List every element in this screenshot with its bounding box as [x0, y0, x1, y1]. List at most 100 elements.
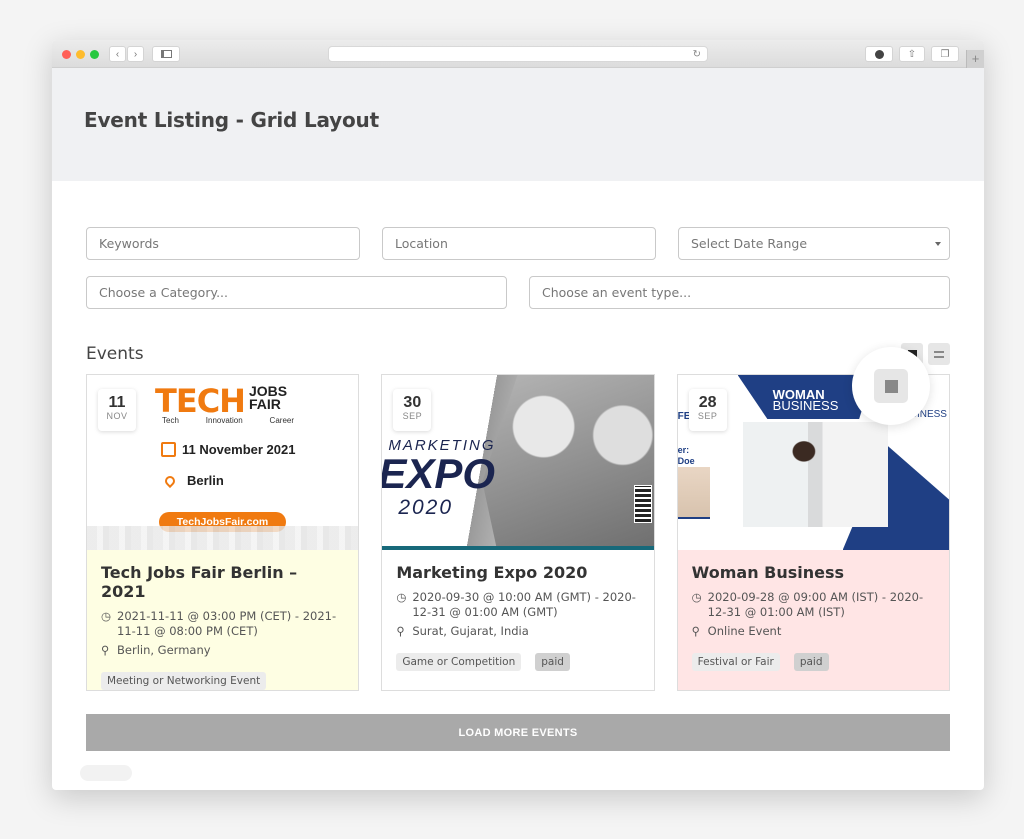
event-card[interactable]: WOMAN BUSINESS BUSINESS FE er: Doe 28 SEP W… [676, 374, 950, 691]
events-grid: 11 NOV TECH JOBS FAIR Tech Innovation Car… [86, 374, 950, 691]
banner-line-expo: EXPO [382, 450, 496, 497]
events-header: Events [86, 343, 950, 365]
browser-toolbar: ‹ › ↻ ⇧ ❐ + [52, 40, 984, 68]
filter-row-1: Keywords Location Select Date Range [86, 227, 950, 260]
banner-city: Berlin [187, 473, 224, 488]
qr-code [633, 485, 652, 523]
banner-photo [742, 422, 888, 527]
sub-tech: Tech [162, 416, 179, 425]
banner-accent-bar [382, 546, 654, 550]
banner-city-line: Berlin [162, 473, 224, 488]
event-time-text: 2020-09-28 @ 09:00 AM (IST) - 2020-12-31… [707, 590, 924, 619]
skyline-graphic [87, 526, 359, 550]
date-badge: 11 NOV [98, 389, 136, 431]
location-input[interactable]: Location [382, 227, 656, 260]
page-title: Event Listing - Grid Layout [84, 108, 379, 132]
share-button[interactable]: ⇧ [899, 46, 925, 62]
event-card[interactable]: 30 SEP MARKETING EXPO 2020 Marketing Expo… [381, 374, 655, 691]
event-time: ◷ 2020-09-28 @ 09:00 AM (IST) - 2020-12-3… [692, 590, 935, 620]
date-range-select[interactable]: Select Date Range [678, 227, 950, 260]
tabs-icon: ❐ [940, 48, 950, 60]
caret-down-icon [935, 242, 941, 246]
event-time-text: 2021-11-11 @ 03:00 PM (CET) - 2021-11-11… [117, 609, 337, 638]
load-more-button[interactable]: LOAD MORE EVENTS [86, 714, 950, 751]
date-day: 11 [108, 394, 126, 411]
event-card-body: Woman Business ◷ 2020-09-28 @ 09:00 AM (I… [677, 550, 949, 690]
event-card-body: Tech Jobs Fair Berlin – 2021 ◷ 2021-11-11… [87, 550, 359, 690]
event-tags: Meeting or Networking Event [101, 672, 344, 690]
clock-icon: ◷ [101, 609, 112, 623]
date-month: SEP [697, 411, 718, 421]
date-badge: 28 SEP [688, 389, 727, 431]
event-time-text: 2020-09-30 @ 10:00 AM (GMT) - 2020-12-31… [412, 590, 636, 619]
sidebar-icon [160, 50, 172, 58]
map-pin-icon: ⚲ [396, 624, 405, 638]
map-pin-icon: ⚲ [691, 624, 701, 638]
banner-photo [482, 375, 654, 547]
date-month: NOV [106, 411, 128, 421]
events-title: Events [86, 344, 144, 364]
reload-icon[interactable]: ↻ [693, 47, 701, 62]
page-header: Event Listing - Grid Layout [52, 68, 984, 181]
download-icon [874, 49, 884, 59]
filter-row-2: Choose a Category... Choose an event typ… [86, 276, 950, 309]
banner-line-year: 2020 [398, 496, 454, 519]
banner-date: 11 November 2021 [182, 442, 296, 457]
share-icon: ⇧ [907, 48, 917, 60]
logo-fair: FAIR [248, 396, 281, 412]
event-title[interactable]: Tech Jobs Fair Berlin – 2021 [101, 563, 344, 601]
sidebar-toggle-button[interactable] [152, 46, 180, 62]
calendar-icon [161, 442, 176, 457]
maximize-window-button[interactable] [90, 50, 99, 59]
grid-view-icon [884, 379, 898, 393]
main-content: Keywords Location Select Date Range Choo… [52, 227, 984, 751]
clock-icon: ◷ [691, 590, 702, 604]
event-time: ◷ 2021-11-11 @ 03:00 PM (CET) - 2021-11-1… [101, 609, 344, 639]
map-pin-icon: ⚲ [101, 643, 110, 657]
event-card[interactable]: 11 NOV TECH JOBS FAIR Tech Innovation Car… [86, 374, 360, 691]
category-select[interactable]: Choose a Category... [86, 276, 507, 309]
event-banner-image[interactable]: 30 SEP MARKETING EXPO 2020 [382, 375, 654, 550]
list-view-button[interactable] [928, 343, 950, 365]
banner-date-line: 11 November 2021 [161, 442, 295, 457]
download-button[interactable] [865, 46, 893, 62]
event-banner-image[interactable]: 11 NOV TECH JOBS FAIR Tech Innovation Car… [87, 375, 359, 550]
clock-icon: ◷ [396, 590, 407, 604]
sub-innovation: Innovation [205, 416, 243, 425]
logo-jobsfair: JOBS FAIR [248, 384, 287, 412]
category-tag[interactable]: Festival or Fair [691, 653, 780, 671]
banner-speaker-label: er: [677, 445, 690, 455]
grid-view-zoom-highlight [852, 347, 930, 425]
back-button[interactable]: ‹ [109, 46, 126, 62]
price-tag: paid [793, 653, 829, 671]
blurred-element [80, 765, 132, 781]
date-badge: 30 SEP [393, 389, 432, 431]
category-tag[interactable]: Game or Competition [396, 653, 522, 671]
event-type-select[interactable]: Choose an event type... [529, 276, 950, 309]
keywords-input[interactable]: Keywords [86, 227, 360, 260]
banner-speaker-name: Doe [677, 456, 695, 466]
chevron-right-icon: › [133, 48, 138, 60]
event-tags: Game or Competition paid [396, 653, 639, 671]
event-title[interactable]: Woman Business [692, 563, 935, 582]
browser-window: ‹ › ↻ ⇧ ❐ + Event Listing - Grid Layout … [52, 40, 984, 790]
event-location: ⚲ Surat, Gujarat, India [396, 624, 639, 639]
price-tag: paid [535, 653, 570, 671]
new-tab-button[interactable]: + [966, 50, 984, 68]
speaker-photo [677, 467, 710, 519]
techjobsfair-logo: TECH JOBS FAIR [155, 384, 287, 417]
close-window-button[interactable] [62, 50, 71, 59]
forward-button[interactable]: › [127, 46, 144, 62]
event-tags: Festival or Fair paid [691, 653, 935, 671]
list-view-icon [934, 350, 944, 358]
category-tag[interactable]: Meeting or Networking Event [101, 672, 267, 690]
tabs-button[interactable]: ❐ [931, 46, 959, 62]
date-range-label: Select Date Range [691, 236, 808, 251]
grid-view-zoom-inner [874, 369, 908, 403]
minimize-window-button[interactable] [76, 50, 85, 59]
event-location: ⚲ Berlin, Germany [101, 643, 344, 658]
address-bar[interactable]: ↻ [328, 46, 708, 62]
banner-title: WOMAN BUSINESS [773, 388, 839, 412]
chevron-left-icon: ‹ [115, 48, 120, 60]
event-title[interactable]: Marketing Expo 2020 [396, 563, 639, 582]
